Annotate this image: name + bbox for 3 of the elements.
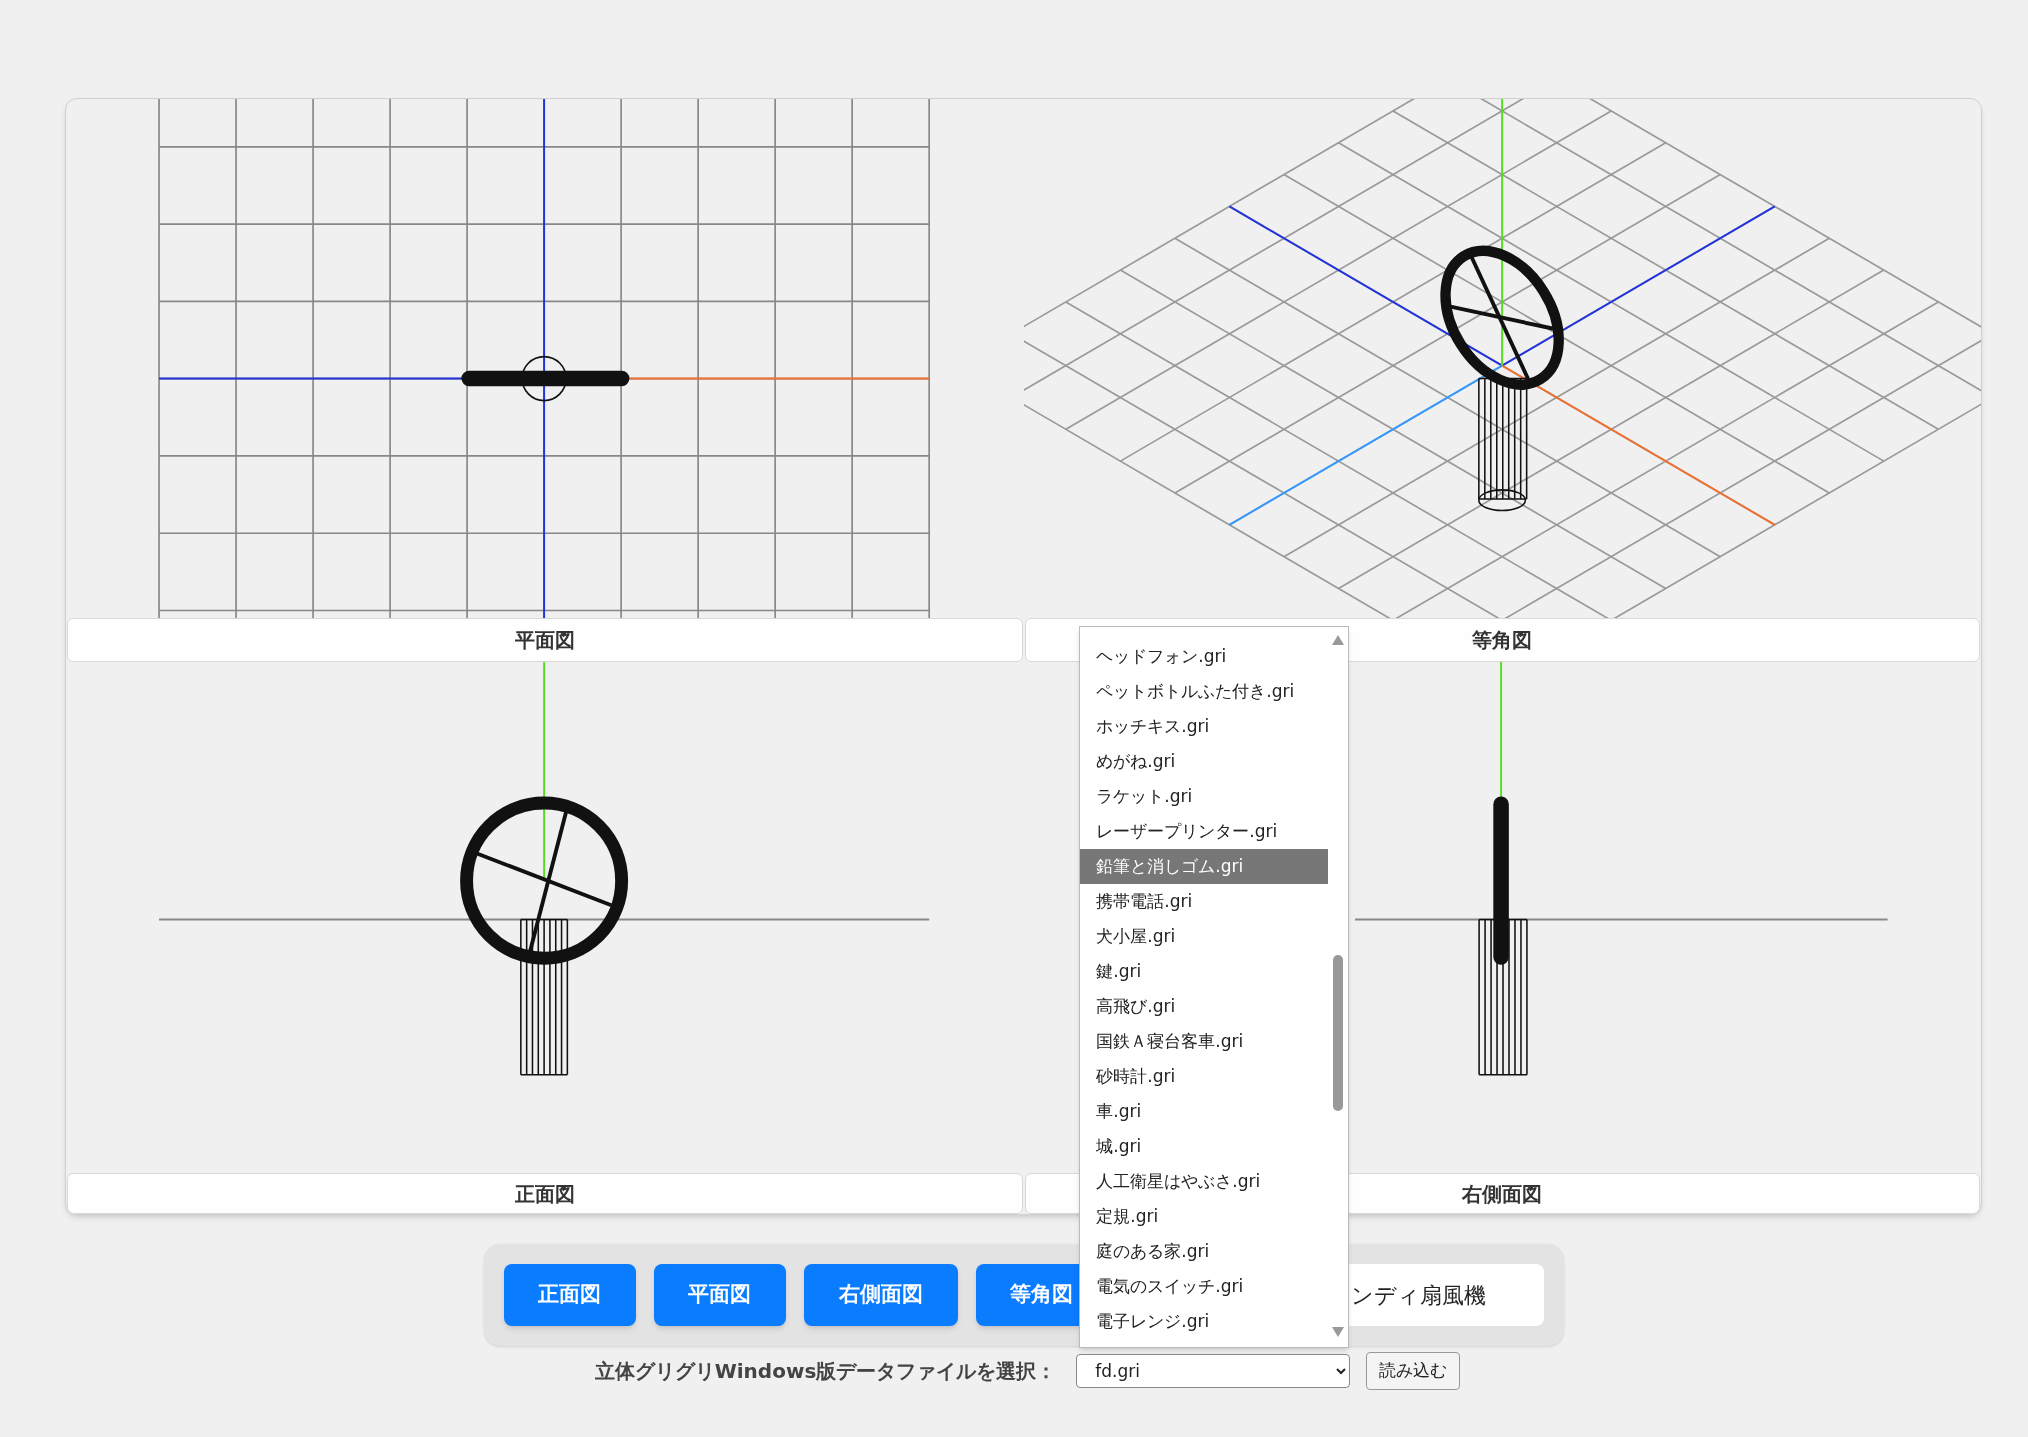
- file-select-label: 立体グリグリWindows版データファイルを選択：: [594, 1358, 1057, 1385]
- view-label: 平面図: [67, 618, 1023, 662]
- view-label: 正面図: [67, 1173, 1023, 1214]
